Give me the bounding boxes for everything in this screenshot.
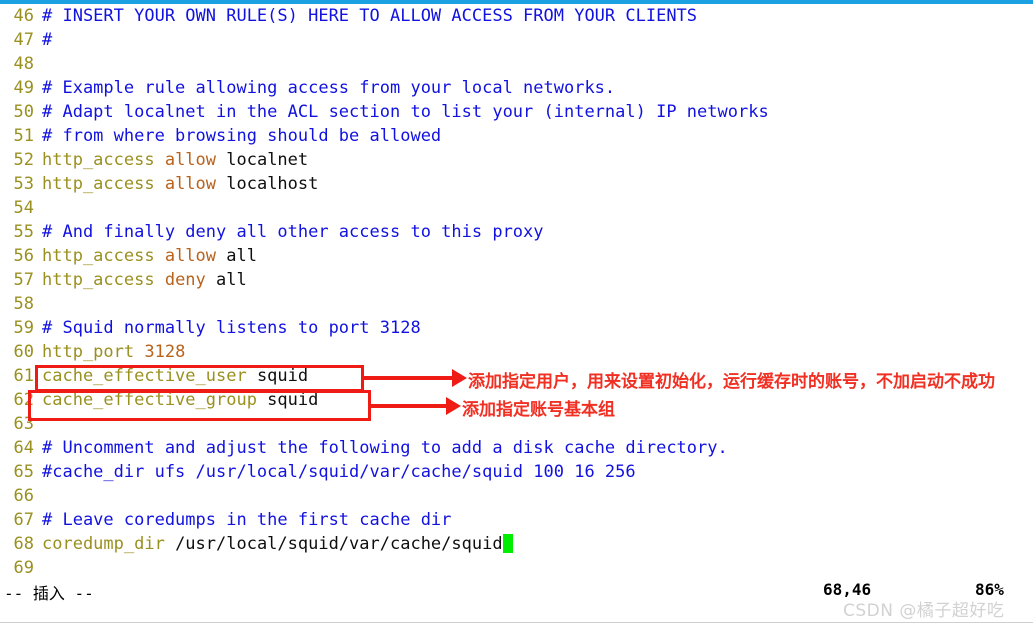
code-token: # Adapt localnet in the ACL section to l…: [42, 102, 769, 122]
annotation-arrow-icon-2: [371, 397, 461, 415]
code-token: localnet: [226, 150, 309, 170]
line-number: 51: [13, 126, 34, 146]
text-cursor: [502, 534, 513, 553]
line-number: 54: [13, 198, 34, 218]
bottom-divider: [0, 622, 1033, 623]
annotation-label-1: 添加指定用户，用来设置初始化，运行缓存时的账号，不加启动不成功: [468, 372, 995, 392]
code-token: #cache_dir ufs /usr/local/squid/var/cach…: [42, 462, 636, 482]
annotation-box-cache-effective-group: [28, 390, 371, 421]
line-text: # Leave coredumps in the first cache dir: [42, 508, 451, 532]
code-token: #: [42, 30, 53, 50]
code-token: all: [216, 270, 247, 290]
line-number: 49: [13, 78, 34, 98]
code-line: 57 http_access deny all: [0, 268, 1033, 292]
code-line: 48: [0, 52, 1033, 76]
code-line: 55 # And finally deny all other access to…: [0, 220, 1033, 244]
line-number: 67: [13, 510, 34, 530]
code-line: 56 http_access allow all: [0, 244, 1033, 268]
line-number: 65: [13, 462, 34, 482]
code-line: 47 #: [0, 28, 1033, 52]
code-line: 49 # Example rule allowing access from yo…: [0, 76, 1033, 100]
line-text: coredump_dir /usr/local/squid/var/cache/…: [42, 532, 513, 556]
line-number: 52: [13, 150, 34, 170]
code-token: 3128: [144, 342, 186, 362]
annotation-label-2: 添加指定账号基本组: [462, 400, 615, 420]
line-number: 53: [13, 174, 34, 194]
line-number: 61: [13, 366, 34, 386]
code-line: 68 coredump_dir /usr/local/squid/var/cach…: [0, 532, 1033, 556]
code-token: allow: [164, 150, 227, 170]
code-line: 52 http_access allow localnet: [0, 148, 1033, 172]
code-line: 66: [0, 484, 1033, 508]
code-token: http_access: [42, 150, 165, 170]
code-line: 58: [0, 292, 1033, 316]
code-token: allow: [164, 246, 227, 266]
code-line: 51 # from where browsing should be allowe…: [0, 124, 1033, 148]
line-text: http_access deny all: [42, 268, 247, 292]
code-line: 46 # INSERT YOUR OWN RULE(S) HERE TO ALLO…: [0, 4, 1033, 28]
code-token: http_port: [42, 342, 145, 362]
code-token: http_access: [42, 174, 165, 194]
line-number: 48: [13, 54, 34, 74]
code-line: 64 # Uncomment and adjust the following t…: [0, 436, 1033, 460]
line-text: # Uncomment and adjust the following to …: [42, 436, 728, 460]
line-text: #: [42, 28, 52, 52]
line-text: #cache_dir ufs /usr/local/squid/var/cach…: [42, 460, 636, 484]
line-number: 60: [13, 342, 34, 362]
line-number: 50: [13, 102, 34, 122]
line-number: 47: [13, 30, 34, 50]
code-token: # Example rule allowing access from your…: [42, 78, 616, 98]
line-text: # from where browsing should be allowed: [42, 124, 441, 148]
line-number: 69: [13, 558, 34, 578]
line-number: 55: [13, 222, 34, 242]
line-number: 56: [13, 246, 34, 266]
line-text: http_access allow localnet: [42, 148, 308, 172]
code-line: 65 #cache_dir ufs /usr/local/squid/var/ca…: [0, 460, 1033, 484]
code-token: localhost: [226, 174, 319, 194]
code-token: deny: [164, 270, 217, 290]
line-text: # Squid normally listens to port 3128: [42, 316, 421, 340]
code-line: 67 # Leave coredumps in the first cache d…: [0, 508, 1033, 532]
line-text: # INSERT YOUR OWN RULE(S) HERE TO ALLOW …: [42, 4, 697, 28]
code-line-list: 46 # INSERT YOUR OWN RULE(S) HERE TO ALLO…: [0, 4, 1033, 580]
line-text: http_port 3128: [42, 340, 185, 364]
line-number: 46: [13, 6, 34, 26]
code-token: /usr/local/squid/var/cache/squid: [175, 534, 503, 554]
line-number: 58: [13, 294, 34, 314]
code-line: 59 # Squid normally listens to port 3128: [0, 316, 1033, 340]
line-text: http_access allow all: [42, 244, 257, 268]
code-line: 53 http_access allow localhost: [0, 172, 1033, 196]
line-text: # And finally deny all other access to t…: [42, 220, 544, 244]
code-token: # from where browsing should be allowed: [42, 126, 442, 146]
line-number: 57: [13, 270, 34, 290]
code-token: # Leave coredumps in the first cache dir: [42, 510, 452, 530]
line-text: # Adapt localnet in the ACL section to l…: [42, 100, 769, 124]
code-line: 54: [0, 196, 1033, 220]
code-line: 60 http_port 3128: [0, 340, 1033, 364]
csdn-watermark: CSDN @橘子超好吃: [843, 601, 1005, 621]
status-mode-label: -- 插入 --: [4, 584, 94, 603]
code-token: all: [226, 246, 257, 266]
code-line: 69: [0, 556, 1033, 580]
line-text: http_access allow localhost: [42, 172, 318, 196]
annotation-box-cache-effective-user: [35, 365, 364, 392]
code-token: http_access: [42, 246, 165, 266]
code-token: http_access: [42, 270, 165, 290]
line-number: 68: [13, 534, 34, 554]
line-number: 59: [13, 318, 34, 338]
code-token: coredump_dir: [42, 534, 176, 554]
code-token: # And finally deny all other access to t…: [42, 222, 544, 242]
code-token: # Uncomment and adjust the following to …: [42, 438, 728, 458]
code-token: # INSERT YOUR OWN RULE(S) HERE TO ALLOW …: [42, 6, 698, 26]
code-token: allow: [164, 174, 227, 194]
vim-editor-pane[interactable]: 46 # INSERT YOUR OWN RULE(S) HERE TO ALLO…: [0, 4, 1033, 578]
annotation-arrow-icon-1: [364, 369, 467, 387]
line-number: 66: [13, 486, 34, 506]
code-line: 50 # Adapt localnet in the ACL section to…: [0, 100, 1033, 124]
line-text: # Example rule allowing access from your…: [42, 76, 615, 100]
line-number: 64: [13, 438, 34, 458]
code-token: # Squid normally listens to port 3128: [42, 318, 421, 338]
